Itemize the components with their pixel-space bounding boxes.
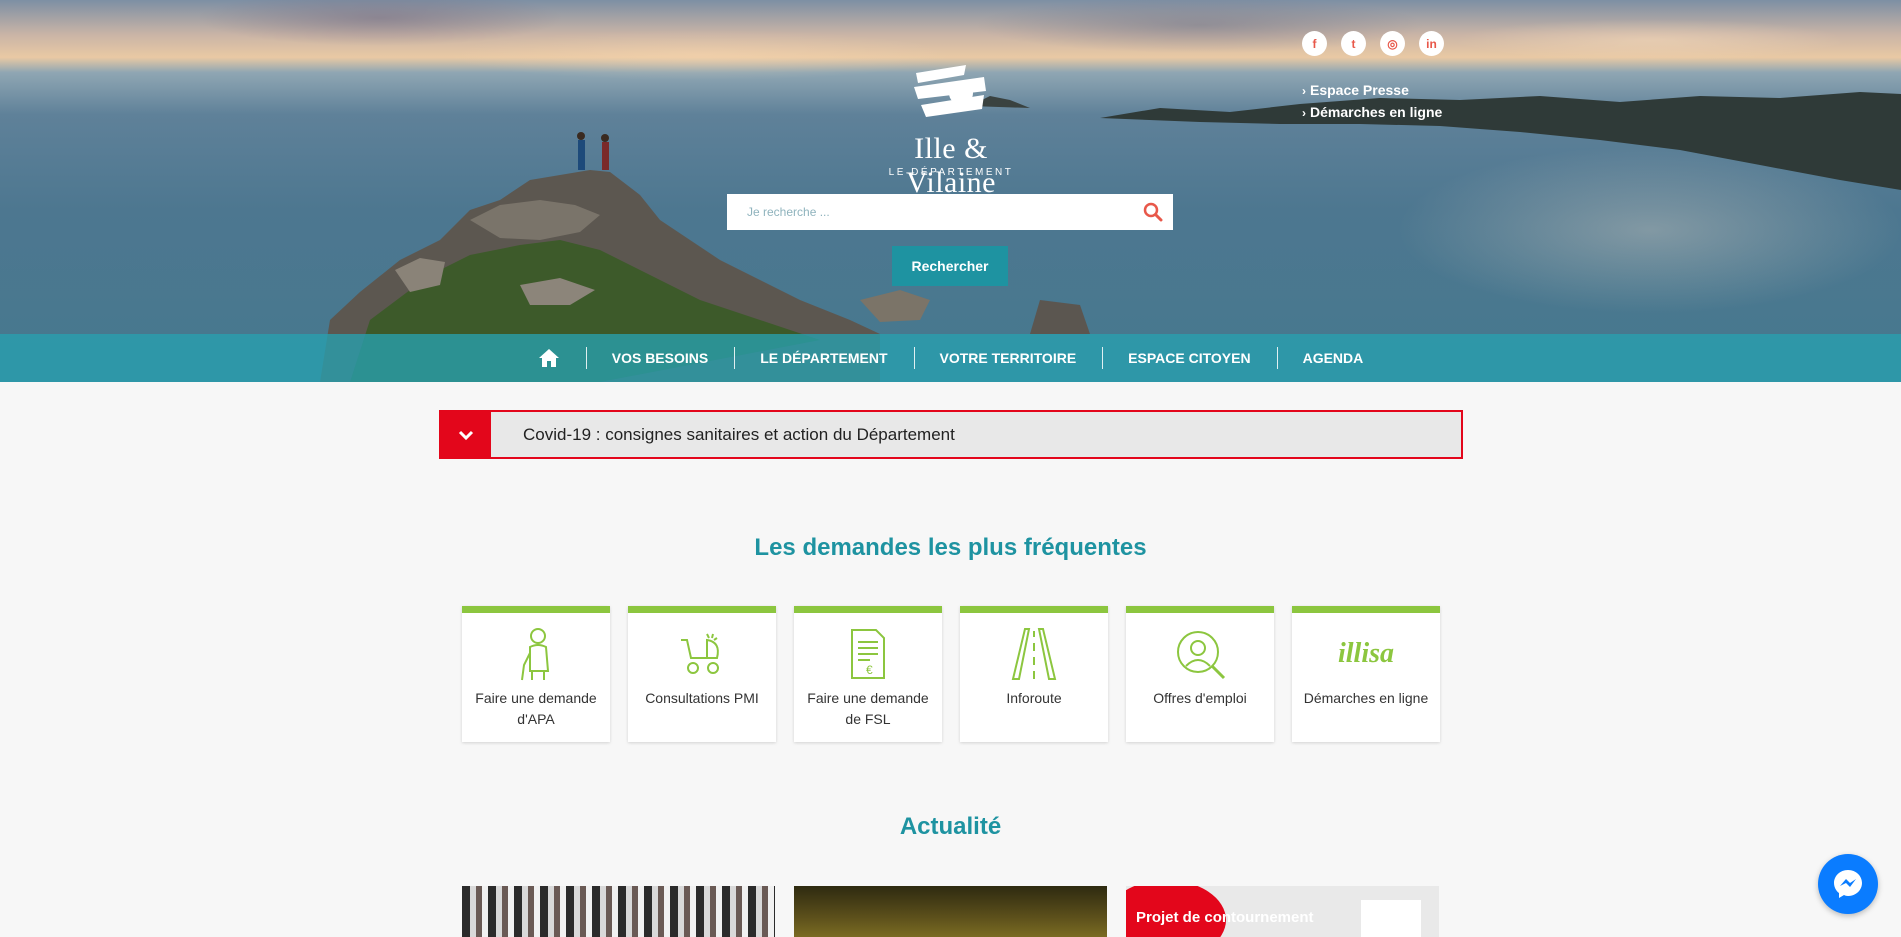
news-card-3-image[interactable]: Projet de contournement [1126,886,1439,937]
demarches-en-ligne-link[interactable]: › Démarches en ligne [1302,102,1442,124]
messenger-icon [1834,870,1862,898]
news-card-3-text: Projet de contournement [1136,909,1314,926]
news-card-2-image[interactable] [794,886,1107,937]
card-inforoute-label: Inforoute [1006,690,1062,706]
espace-presse-link[interactable]: › Espace Presse [1302,80,1442,102]
illisa-logo: illisa [1292,613,1440,688]
facebook-icon[interactable]: f [1302,31,1327,56]
card-pmi-label: Consultations PMI [645,690,759,706]
nav-agenda[interactable]: AGENDA [1276,347,1390,369]
home-nav-item[interactable] [512,347,586,369]
linkedin-icon[interactable]: in [1419,31,1444,56]
nav-le-departement[interactable]: LE DÉPARTEMENT [734,347,913,369]
frequent-requests-list: Faire une demande d'APA Consultations PM… [462,606,1440,742]
nav-votre-territoire[interactable]: VOTRE TERRITOIRE [913,347,1103,369]
card-apa-label: Faire une demande d'APA [475,690,597,727]
quick-links: › Espace Presse › Démarches en ligne [1302,80,1442,124]
covid-alert-text: Covid-19 : consignes sanitaires et actio… [523,424,955,444]
news-card-1-image[interactable] [462,886,775,937]
frequent-requests-title: Les demandes les plus fréquentes [754,534,1147,561]
search-bar [727,194,1173,230]
twitter-icon[interactable]: t [1341,31,1366,56]
card-demarches[interactable]: illisa Démarches en ligne [1292,606,1440,742]
invoice-euro-icon: € [794,613,942,688]
search-icon[interactable] [1133,194,1173,230]
card-inforoute[interactable]: Inforoute [960,606,1108,742]
chevron-right-icon: › [1302,106,1306,120]
hero-banner: f t ◎ in › Espace Presse › Démarches en li… [0,0,1901,382]
chevron-right-icon: › [1302,84,1306,98]
card-emploi-label: Offres d'emploi [1153,690,1247,706]
news-title: Actualité [899,813,1002,840]
home-icon [538,349,559,367]
news-card-3-logo [1361,900,1421,937]
road-icon [960,613,1108,688]
instagram-icon[interactable]: ◎ [1380,31,1405,56]
card-fsl[interactable]: € Faire une demande de FSL [794,606,942,742]
illisa-text: illisa [1337,637,1394,669]
card-fsl-label: Faire une demande de FSL [807,690,929,727]
elderly-person-icon [462,613,610,688]
espace-presse-label: Espace Presse [1310,82,1409,98]
covid-alert[interactable]: Covid-19 : consignes sanitaires et actio… [439,410,1463,459]
svg-text:€: € [866,663,873,677]
search-button[interactable]: Rechercher [892,246,1008,286]
messenger-chat-button[interactable] [1818,854,1878,914]
chevron-down-icon[interactable] [441,412,491,457]
logo-name: Ille & Vilaine [906,132,996,199]
card-apa[interactable]: Faire une demande d'APA [462,606,610,742]
nav-espace-citoyen[interactable]: ESPACE CITOYEN [1102,347,1276,369]
card-emploi[interactable]: Offres d'emploi [1126,606,1274,742]
card-pmi[interactable]: Consultations PMI [628,606,776,742]
social-links: f t ◎ in [1302,31,1444,56]
logo-subtitle: LE DÉPARTEMENT [888,167,1014,178]
nav-vos-besoins[interactable]: VOS BESOINS [585,347,734,369]
news-list: Projet de contournement [462,886,1439,937]
main-nav: VOS BESOINS LE DÉPARTEMENT VOTRE TERRITO… [0,334,1901,382]
baby-stroller-icon [628,613,776,688]
job-search-icon [1126,613,1274,688]
card-demarches-label: Démarches en ligne [1303,690,1429,706]
demarches-en-ligne-label: Démarches en ligne [1310,104,1443,120]
search-input[interactable] [727,194,1133,230]
